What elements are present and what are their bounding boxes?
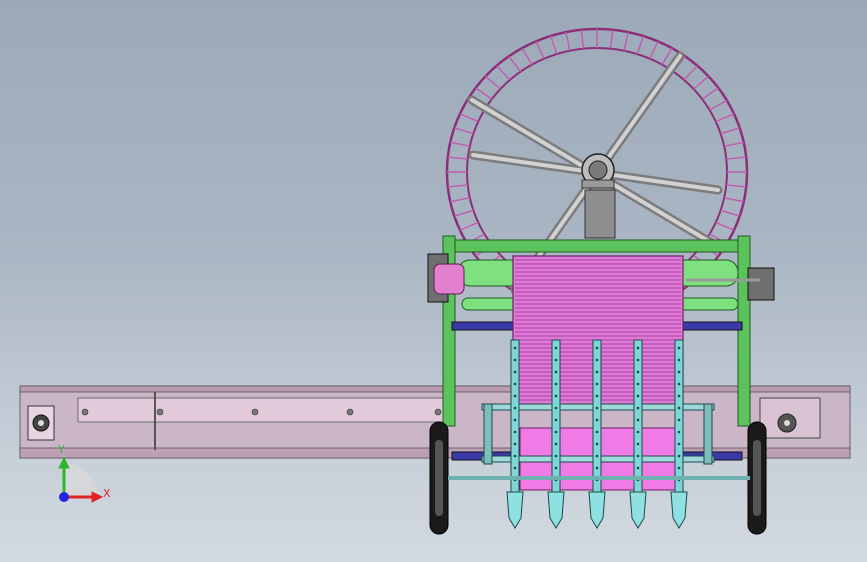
wheel-slat bbox=[485, 75, 501, 90]
z-axis-dot bbox=[59, 492, 69, 502]
wheel-slat bbox=[623, 31, 629, 51]
wheel-slat bbox=[447, 184, 468, 188]
wheel-slat bbox=[580, 29, 585, 49]
wheel-slat bbox=[475, 87, 493, 100]
wheel-slat bbox=[693, 75, 709, 90]
wheel-slat bbox=[715, 113, 735, 123]
x-axis-label: X bbox=[103, 487, 111, 500]
cad-model[interactable]: Y X bbox=[0, 0, 867, 562]
wheel-slat bbox=[459, 113, 479, 123]
wheel-slat bbox=[609, 29, 614, 49]
wheel-slat bbox=[720, 127, 740, 135]
wheel-slat bbox=[447, 156, 468, 160]
wheel-slat bbox=[565, 31, 571, 51]
wheel-slat bbox=[450, 197, 470, 203]
wheel-slat bbox=[450, 141, 470, 147]
wheel-slat bbox=[724, 141, 744, 147]
wheel-slat bbox=[521, 47, 533, 65]
wheel-slat bbox=[720, 209, 740, 217]
right-ground-wheel[interactable] bbox=[747, 421, 767, 535]
wheel-slat bbox=[535, 41, 545, 60]
wheel-slat bbox=[496, 65, 511, 81]
graphics-viewport[interactable]: Y X bbox=[0, 0, 867, 562]
wheel-slat bbox=[454, 127, 474, 135]
wheel-slat bbox=[454, 209, 474, 217]
left-ground-wheel[interactable] bbox=[429, 421, 449, 535]
wheel-slat bbox=[549, 35, 558, 55]
wheel-slat bbox=[459, 221, 479, 231]
y-axis-label: Y bbox=[57, 443, 65, 456]
wheel-slat bbox=[508, 55, 522, 73]
y-axis-arrowhead bbox=[58, 456, 70, 469]
wheel-slat bbox=[715, 221, 735, 231]
wheel-slat bbox=[709, 99, 728, 111]
left-pulley[interactable] bbox=[427, 253, 465, 303]
wheel-slat bbox=[683, 65, 698, 81]
wheel-hub-motor[interactable] bbox=[581, 153, 616, 239]
wheel-slat bbox=[724, 197, 744, 203]
wheel-slat bbox=[636, 35, 645, 55]
wheel-slat bbox=[726, 156, 747, 160]
wheel-slat bbox=[649, 41, 659, 60]
wheel-slat bbox=[701, 87, 719, 100]
wheel-slat bbox=[726, 184, 747, 188]
